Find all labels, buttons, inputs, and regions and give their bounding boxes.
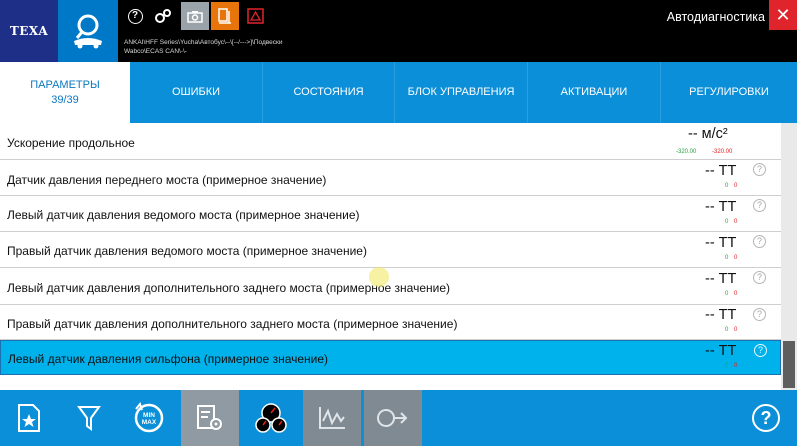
parameter-max: 0 bbox=[734, 255, 738, 261]
tab-activations-label: АКТИВАЦИИ bbox=[560, 86, 628, 98]
parameter-value: -- ТТ bbox=[705, 343, 737, 359]
vehicle-search-icon bbox=[74, 14, 102, 49]
parameter-value: -- ТТ bbox=[705, 271, 737, 287]
close-button[interactable]: ✕ bbox=[769, 0, 797, 30]
graph-icon bbox=[319, 407, 345, 429]
screenshot-camera-icon[interactable] bbox=[181, 2, 209, 30]
parameter-min: 0 bbox=[725, 291, 729, 297]
tab-errors-label: ОШИБКИ bbox=[171, 86, 221, 98]
parameter-value: -- ТТ bbox=[705, 163, 737, 179]
parameter-row[interactable]: Правый датчик давления ведомого моста (п… bbox=[0, 232, 781, 268]
info-icon[interactable]: ? bbox=[753, 163, 766, 176]
parameter-row-selected[interactable]: Левый датчик давления сильфона (примерно… bbox=[0, 340, 781, 375]
filter-icon bbox=[77, 406, 101, 431]
tab-errors[interactable]: ОШИБКИ bbox=[130, 62, 263, 123]
parameter-row[interactable]: Левый датчик давления ведомого моста (пр… bbox=[0, 196, 781, 232]
parameter-value: -- ТТ bbox=[705, 307, 737, 323]
parameter-value: -- ТТ bbox=[705, 235, 737, 251]
tab-adjustments[interactable]: РЕГУЛИРОВКИ bbox=[661, 62, 797, 123]
help-icon[interactable]: ? bbox=[124, 5, 146, 27]
parameter-value: -- ТТ bbox=[705, 199, 737, 215]
vehicle-search-button[interactable] bbox=[58, 0, 118, 62]
info-icon[interactable]: ? bbox=[753, 271, 766, 284]
info-icon[interactable]: ? bbox=[753, 308, 766, 321]
parameter-label: Правый датчик давления дополнительного з… bbox=[7, 317, 458, 331]
graph-view-button[interactable] bbox=[303, 390, 361, 446]
favorite-document-icon bbox=[18, 404, 40, 432]
tab-states[interactable]: СОСТОЯНИЯ bbox=[263, 62, 395, 123]
parameter-row[interactable]: Правый датчик давления дополнительного з… bbox=[0, 305, 781, 340]
pointer-highlight bbox=[369, 267, 389, 287]
min-max-icon: MIN MAX bbox=[134, 401, 164, 433]
parameter-max: 0 bbox=[734, 183, 738, 189]
parameter-max: -320.00 bbox=[712, 149, 733, 155]
tab-parameters[interactable]: ПАРАМЕТРЫ 39/39 bbox=[0, 62, 130, 123]
parameter-label: Левый датчик давления ведомого моста (пр… bbox=[7, 208, 360, 222]
logo-text: TEXA bbox=[9, 24, 49, 38]
filter-button[interactable] bbox=[60, 390, 118, 446]
tab-parameters-label: ПАРАМЕТРЫ bbox=[30, 78, 100, 91]
min-max-reset-button[interactable]: MIN MAX bbox=[120, 390, 178, 446]
export-icon bbox=[377, 409, 408, 427]
help-icon-glyph: ? bbox=[127, 8, 143, 24]
parameter-max: 0 bbox=[734, 219, 738, 225]
tab-activations[interactable]: АКТИВАЦИИ bbox=[528, 62, 661, 123]
parameter-row[interactable]: Датчик давления переднего моста (примерн… bbox=[0, 160, 781, 196]
tab-states-label: СОСТОЯНИЯ bbox=[293, 86, 364, 98]
export-button[interactable] bbox=[364, 390, 422, 446]
warning-icon[interactable] bbox=[244, 5, 266, 27]
top-bar: TEXA ? ANKAI\HFF Series\Yucha\Автобус\--… bbox=[0, 0, 797, 62]
favorites-button[interactable] bbox=[0, 390, 58, 446]
parameter-label: Правый датчик давления ведомого моста (п… bbox=[7, 244, 367, 258]
parameter-max: 0 bbox=[734, 291, 738, 297]
list-scrollbar[interactable] bbox=[781, 123, 797, 390]
bottom-toolbar: MIN MAX ? bbox=[0, 390, 797, 446]
tab-parameters-count: 39/39 bbox=[51, 93, 79, 106]
vehicle-path-line1: ANKAI\HFF Series\Yucha\Автобус\--\[--/--… bbox=[124, 39, 283, 46]
parameter-min: 0 bbox=[725, 255, 729, 261]
device-connection-icon[interactable] bbox=[211, 2, 239, 30]
info-icon[interactable]: ? bbox=[753, 235, 766, 248]
parameter-max: 0 bbox=[734, 363, 738, 369]
texa-logo: TEXA bbox=[0, 0, 58, 62]
max-label: MAX bbox=[142, 419, 157, 426]
gauges-view-button[interactable] bbox=[242, 390, 300, 446]
tab-control-unit-label: БЛОК УПРАВЛЕНИЯ bbox=[407, 86, 515, 98]
app-title: Автодиагностика bbox=[666, 10, 765, 24]
gauges-icon bbox=[255, 403, 287, 433]
tab-control-unit[interactable]: БЛОК УПРАВЛЕНИЯ bbox=[395, 62, 528, 123]
settings-gears-icon[interactable] bbox=[152, 5, 174, 27]
parameter-label: Датчик давления переднего моста (примерн… bbox=[7, 173, 327, 187]
close-icon: ✕ bbox=[775, 5, 791, 25]
info-icon[interactable]: ? bbox=[754, 344, 767, 357]
parameter-min: 0 bbox=[725, 183, 729, 189]
parameter-value: -- м/с² bbox=[688, 126, 728, 142]
parameter-list: Ускорение продольное -- м/с² -320.00 -32… bbox=[0, 123, 781, 390]
parameter-row[interactable]: Левый датчик давления дополнительного за… bbox=[0, 268, 781, 305]
main-tabs: ПАРАМЕТРЫ 39/39 ОШИБКИ СОСТОЯНИЯ БЛОК УП… bbox=[0, 62, 797, 123]
help-button[interactable]: ? bbox=[752, 404, 780, 432]
vehicle-path: ANKAI\HFF Series\Yucha\Автобус\--\[--/--… bbox=[124, 38, 282, 56]
parameter-max: 0 bbox=[734, 327, 738, 333]
parameter-min: 0 bbox=[725, 219, 729, 225]
min-label: MIN bbox=[143, 412, 155, 419]
scrollbar-thumb[interactable] bbox=[783, 341, 795, 388]
parameter-label: Ускорение продольное bbox=[7, 136, 135, 150]
vehicle-path-line2: Wabco\ECAS CAN\-\- bbox=[124, 48, 187, 55]
parameter-label: Левый датчик давления сильфона (примерно… bbox=[8, 352, 329, 366]
list-settings-icon bbox=[197, 405, 222, 430]
parameter-min: 0 bbox=[725, 327, 729, 333]
parameter-row[interactable]: Ускорение продольное -- м/с² -320.00 -32… bbox=[0, 123, 781, 160]
info-icon[interactable]: ? bbox=[753, 199, 766, 212]
parameter-settings-button[interactable] bbox=[181, 390, 239, 446]
tab-adjustments-label: РЕГУЛИРОВКИ bbox=[689, 86, 769, 98]
parameter-min: 0 bbox=[725, 363, 729, 369]
parameter-min: -320.00 bbox=[676, 149, 697, 155]
